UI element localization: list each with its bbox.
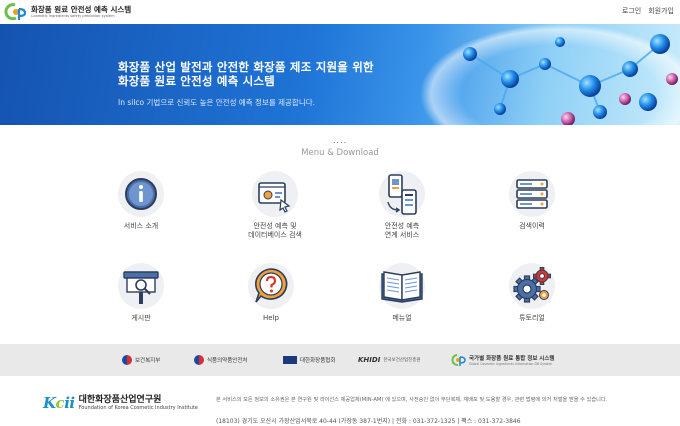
menu-item-board[interactable]: 게시판 [96,262,186,323]
footer-copyright-notice: 본 서비스의 모든 정보의 소유권은 본 연구원 및 라이선스 제공업체(MIN… [216,397,608,403]
footer-address: (18103) 경기도 오산시 가장산업서북로 40-44 (가장동 387-1… [216,418,521,425]
footer-logo-korean: 대한화장품산업연구원 [78,395,162,405]
partner-name: 국가별 화장품 원료 통합 정보 시스템 [469,356,555,362]
kcii-logo-mark-icon: Kcii [43,394,75,412]
partner-subtitle: Global Cosmetic Ingredients Information … [469,362,552,366]
menu-label: 안전성 예측 연계 서비스 [384,222,420,239]
book-icon [378,262,426,310]
hero-banner: 화장품 산업 발전과 안전한 화장품 제조 지원을 위한 화장품 원료 안전성 … [0,24,680,125]
partner-mfds[interactable]: 식품의약품안전처 [194,354,247,366]
menu-label: 튜토리얼 [519,314,545,322]
database-search-icon [251,170,299,218]
menu-item-manual[interactable]: 메뉴얼 [357,262,447,323]
partner-khidi[interactable]: KHIDI 한국보건산업진흥원 [358,354,421,366]
menu-item-prediction-db-search[interactable]: 안전성 예측 및 데이터베이스 검색 [230,170,320,240]
info-icon [117,170,165,218]
signup-link[interactable]: 회원가입 [648,6,674,16]
partner-name: 한국보건산업진흥원 [383,358,421,363]
footer-logo-english: Foundation of Korea Cosmetic Industry In… [78,405,198,411]
menu-item-tutorial[interactable]: 튜토리얼 [487,262,577,323]
help-icon [247,262,295,310]
partner-name: 식품의약품안전처 [207,358,248,364]
menu-item-linked-service[interactable]: 안전성 예측 연계 서비스 [357,170,447,240]
taegeuk-emblem-icon [122,355,132,365]
partner-band: 보건복지부 식품의약품안전처 대한화장품협회 KHIDI 한국보건산업진흥원 국… [0,344,680,376]
menu-item-service-intro[interactable]: 서비스 소개 [96,170,186,231]
logo-subtitle: Cosmetic ingredients safety prediction s… [31,14,115,18]
header: 화장품 원료 안전성 예측 시스템 Cosmetic ingredients s… [0,0,680,24]
partner-kcia[interactable]: 대한화장품협회 [283,354,335,366]
hero-description: In silco 기법으로 신뢰도 높은 안전성 예측 정보를 제공합니다. [118,98,316,107]
section-dots: .... [333,136,348,145]
partner-name: 보건복지부 [135,358,161,364]
section-title: Menu & Download [301,148,379,158]
khidi-logo: KHIDI [358,356,381,364]
menu-label: 안전성 예측 및 데이터베이스 검색 [248,222,302,239]
board-icon [117,262,165,310]
server-list-icon [508,170,556,218]
global-db-logo-icon [451,354,466,366]
linked-devices-icon [378,170,426,218]
partner-global-cosmetic-db[interactable]: 국가별 화장품 원료 통합 정보 시스템 Global Cosmetic Ing… [450,351,554,369]
menu-label: 게시판 [131,314,151,322]
login-link[interactable]: 로그인 [622,6,641,16]
footer-logo: Kcii 대한화장품산업연구원 Foundation of Korea Cosm… [43,394,198,412]
gears-icon [508,262,556,310]
menu-label: 검색이력 [519,222,545,230]
menu-item-help[interactable]: Help [226,262,316,323]
partner-mohw[interactable]: 보건복지부 [122,354,160,366]
site-logo[interactable]: 화장품 원료 안전성 예측 시스템 Cosmetic ingredients s… [4,2,131,22]
partner-name: 대한화장품협회 [300,358,336,364]
hero-title-line2: 화장품 원료 안전성 예측 시스템 [118,74,275,88]
menu-label: Help [263,314,279,322]
taegeuk-emblem-icon [194,355,204,365]
menu-item-search-history[interactable]: 검색이력 [487,170,577,231]
footer: Kcii 대한화장품산업연구원 Foundation of Korea Cosm… [0,376,680,426]
menu-label: 서비스 소개 [123,222,159,230]
logo-mark-icon [4,2,28,22]
logo-title: 화장품 원료 안전성 예측 시스템 [31,5,132,14]
kcia-logo-icon [283,356,297,364]
menu-label: 메뉴얼 [392,314,412,322]
